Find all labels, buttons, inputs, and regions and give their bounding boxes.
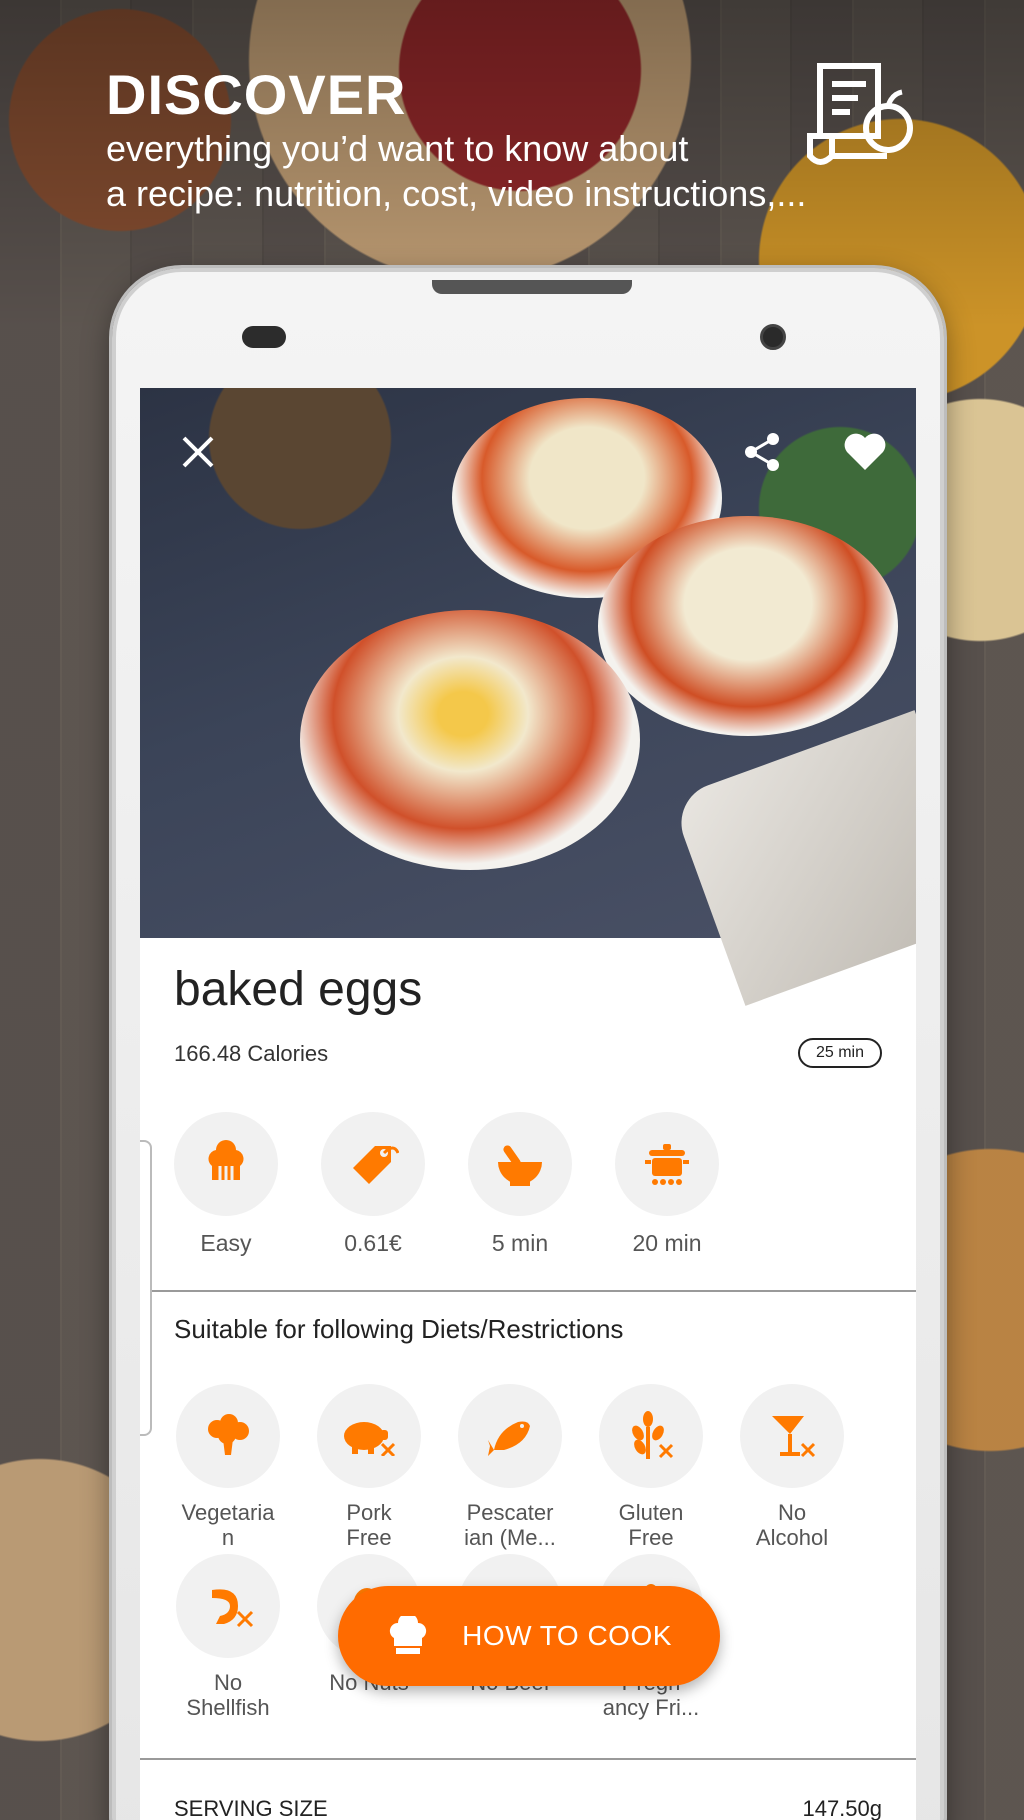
- diet-label-line: Gluten: [618, 1500, 684, 1525]
- diet-label: Vegetaria n: [169, 1500, 287, 1552]
- phone-camera: [760, 324, 786, 350]
- app-screen: baked eggs 166.48 Calories 25 min Easy 0…: [140, 388, 916, 1820]
- diet-label-line: No: [213, 1670, 243, 1695]
- diet-label: Pork Free: [310, 1500, 428, 1552]
- ramekin-front: [300, 610, 640, 870]
- diet-pescatarian[interactable]: Pescater ian (Me...: [451, 1384, 569, 1552]
- serving-size-label: SERVING SIZE: [174, 1796, 328, 1820]
- broccoli-icon: [208, 1414, 249, 1455]
- stat-label: 0.61€: [344, 1230, 402, 1256]
- diet-label-line: ian (Me...: [464, 1525, 556, 1550]
- diet-label-line: Free: [628, 1525, 674, 1550]
- stat-label: Easy: [200, 1230, 252, 1256]
- diet-icon-circle: [176, 1384, 280, 1488]
- stat-prep-time: 5 min: [468, 1112, 572, 1257]
- diet-gluten-free[interactable]: Gluten Free: [592, 1384, 710, 1552]
- stat-label: 20 min: [632, 1230, 702, 1256]
- stat-icon-circle: [174, 1112, 278, 1216]
- chef-hat-icon: [389, 1616, 427, 1654]
- stat-cook-time: 20 min: [615, 1112, 719, 1257]
- pig-crossed-icon: [344, 1422, 396, 1456]
- price-tag-icon: [353, 1146, 399, 1184]
- diet-vegetarian[interactable]: Vegetaria n: [169, 1384, 287, 1552]
- promo-subtitle-line-1: everything you’d want to know about: [106, 128, 689, 169]
- diet-icon-circle: [599, 1384, 703, 1488]
- cooking-pot-icon: [645, 1144, 689, 1185]
- diet-label: No Alcohol: [733, 1500, 851, 1552]
- diet-label-line: Pork: [346, 1500, 392, 1525]
- diet-pork-free[interactable]: Pork Free: [310, 1384, 428, 1552]
- stat-icon-circle: [615, 1112, 719, 1216]
- mortar-pestle-icon: [498, 1145, 542, 1186]
- how-to-cook-label: HOW TO COOK: [462, 1620, 672, 1651]
- stat-icon-circle: [468, 1112, 572, 1216]
- wheat-crossed-icon: [632, 1411, 674, 1459]
- diet-no-shellfish[interactable]: No Shellfish: [169, 1554, 287, 1722]
- recipe-document-icon: [807, 63, 913, 165]
- promo-subtitle-line-2: a recipe: nutrition, cost, video instruc…: [106, 173, 807, 214]
- diet-icon-circle: [176, 1554, 280, 1658]
- recipe-calories: 166.48 Calories: [174, 1041, 329, 1066]
- share-icon: [745, 433, 779, 471]
- close-button[interactable]: [170, 424, 226, 480]
- diet-label-line: ancy Fri...: [602, 1695, 700, 1720]
- diet-label-line: Pescater: [466, 1500, 554, 1525]
- phone-sensor: [242, 326, 286, 348]
- shrimp-crossed-icon: [212, 1589, 254, 1628]
- phone-speaker: [432, 280, 632, 294]
- close-icon: [182, 436, 214, 468]
- diet-label-line: Vegetaria: [181, 1500, 275, 1525]
- recipe-title: baked eggs: [174, 963, 423, 1016]
- diet-icon-circle: [458, 1384, 562, 1488]
- diets-heading: Suitable for following Diets/Restriction…: [174, 1314, 624, 1344]
- total-time-badge: 25 min: [798, 1038, 882, 1068]
- recipe-hero-image: [140, 388, 916, 1006]
- favorite-button[interactable]: [837, 424, 893, 480]
- chef-hat-icon: [208, 1140, 244, 1180]
- promo-title: DISCOVER: [106, 63, 407, 126]
- how-to-cook-button[interactable]: HOW TO COOK: [338, 1586, 720, 1686]
- diet-icon-circle: [740, 1384, 844, 1488]
- diet-label-line: No: [777, 1500, 807, 1525]
- napkin: [670, 710, 916, 1006]
- serving-size-value: 147.50g: [802, 1796, 882, 1820]
- section-divider: [140, 1290, 916, 1292]
- diet-label-line: n: [221, 1525, 235, 1550]
- heart-icon: [844, 433, 886, 470]
- promo-subtitle: everything you’d want to know about a re…: [106, 126, 866, 216]
- share-button[interactable]: [734, 424, 790, 480]
- side-drawer-handle[interactable]: [140, 1140, 152, 1436]
- section-divider: [140, 1758, 916, 1760]
- fish-icon: [488, 1421, 530, 1456]
- diet-label-line: Shellfish: [186, 1695, 270, 1720]
- ramekin-right: [598, 516, 898, 736]
- diet-label: Gluten Free: [592, 1500, 710, 1552]
- cocktail-crossed-icon: [772, 1416, 816, 1458]
- diet-no-alcohol[interactable]: No Alcohol: [733, 1384, 851, 1552]
- diet-label-line: Alcohol: [755, 1525, 829, 1550]
- stat-difficulty: Easy: [174, 1112, 278, 1257]
- diet-label: Pescater ian (Me...: [451, 1500, 569, 1552]
- diet-label: No Shellfish: [169, 1670, 287, 1722]
- stat-cost: 0.61€: [321, 1112, 425, 1257]
- diet-label-line: Free: [346, 1525, 392, 1550]
- diet-icon-circle: [317, 1384, 421, 1488]
- stat-label: 5 min: [491, 1230, 549, 1256]
- stat-icon-circle: [321, 1112, 425, 1216]
